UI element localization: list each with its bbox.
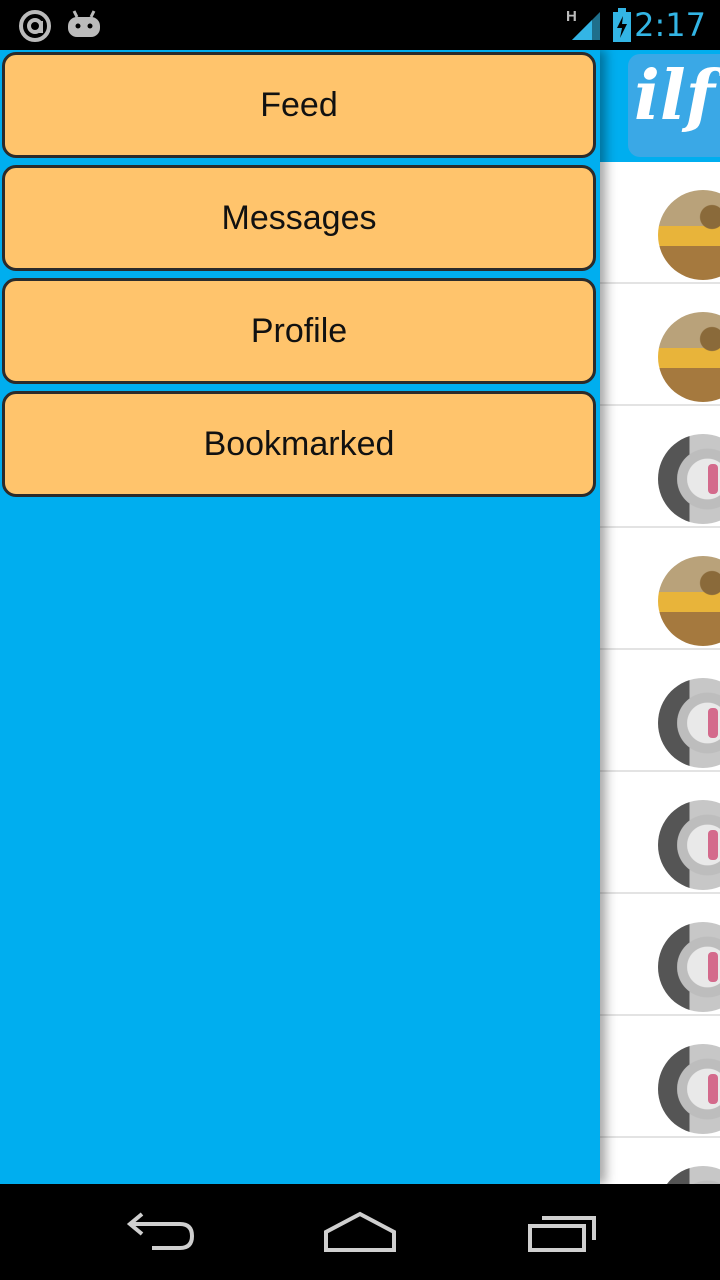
screen-content: ilf Feed Messages Profile Bookmarked	[0, 50, 720, 1184]
status-bar: H 2:17	[0, 0, 720, 50]
list-item[interactable]	[600, 528, 720, 650]
list-item[interactable]	[600, 1138, 720, 1184]
avatar	[658, 312, 720, 402]
list-item[interactable]	[600, 894, 720, 1016]
navigation-drawer: Feed Messages Profile Bookmarked	[0, 50, 600, 1184]
avatar	[658, 1044, 720, 1134]
avatar	[658, 434, 720, 524]
recent-apps-icon[interactable]	[524, 1210, 600, 1254]
navigation-bar	[0, 1184, 720, 1280]
avatar	[658, 190, 720, 280]
feed-button[interactable]: Feed	[2, 52, 596, 158]
app-logo: ilf	[628, 54, 720, 157]
bookmarked-button[interactable]: Bookmarked	[2, 391, 596, 497]
clock: 2:17	[634, 6, 706, 44]
list-item[interactable]	[600, 1016, 720, 1138]
back-icon[interactable]	[122, 1210, 198, 1254]
list-item[interactable]	[600, 772, 720, 894]
list-item[interactable]	[600, 162, 720, 284]
home-icon[interactable]	[322, 1210, 398, 1254]
profile-button[interactable]: Profile	[2, 278, 596, 384]
avatar	[658, 800, 720, 890]
app-notification-icon	[19, 10, 51, 42]
avatar	[658, 556, 720, 646]
battery-charging-icon	[613, 8, 631, 42]
avatar	[658, 1166, 720, 1184]
avatar	[658, 678, 720, 768]
signal-icon	[572, 12, 600, 40]
list-item[interactable]	[600, 406, 720, 528]
messages-button[interactable]: Messages	[2, 165, 596, 271]
list-item[interactable]	[600, 284, 720, 406]
android-debug-icon	[68, 10, 100, 37]
list-item[interactable]	[600, 650, 720, 772]
avatar	[658, 922, 720, 1012]
